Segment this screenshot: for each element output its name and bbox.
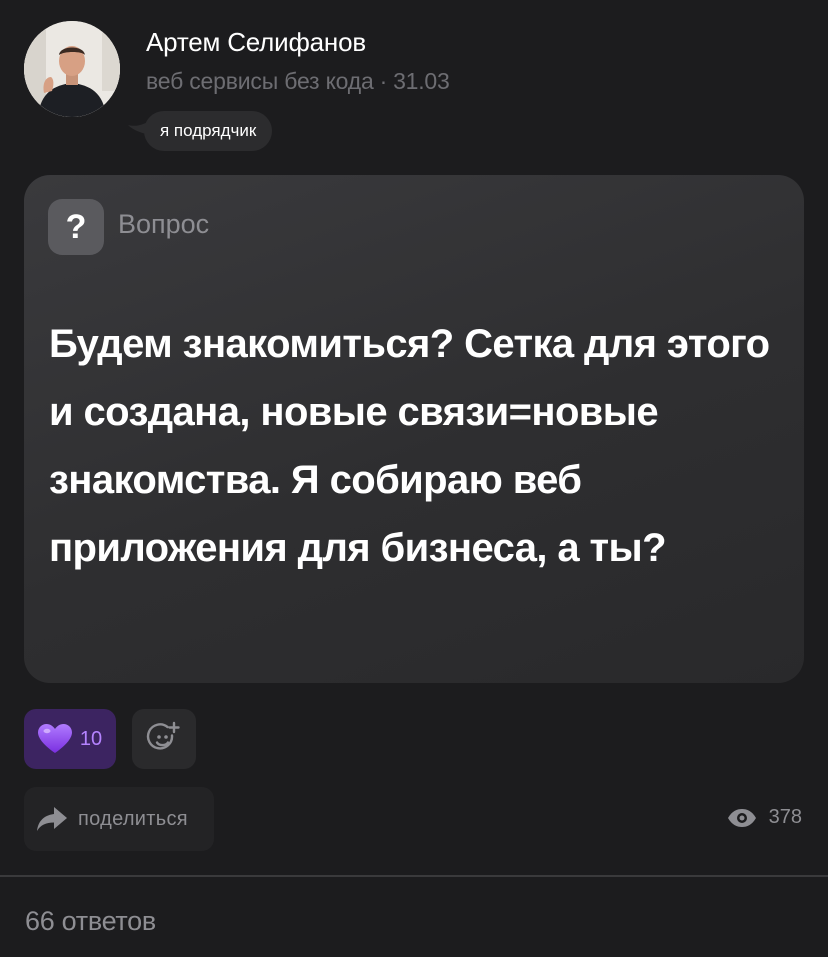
- meta-separator: ·: [379, 68, 388, 94]
- divider: [0, 875, 828, 877]
- post-type-label: Вопрос: [118, 209, 210, 239]
- share-button[interactable]: поделиться: [24, 787, 214, 851]
- eye-icon: [727, 808, 756, 827]
- add-reaction-button[interactable]: [132, 709, 196, 769]
- share-arrow-icon: [37, 807, 67, 831]
- reaction-heart-button[interactable]: 10: [24, 709, 116, 769]
- views-count: 378: [768, 806, 802, 828]
- author-meta: веб сервисы без кода · 31.03: [146, 68, 450, 95]
- post-date: 31.03: [393, 68, 450, 94]
- views-counter: 378: [727, 806, 802, 829]
- share-label: поделиться: [78, 807, 188, 830]
- question-mark-icon: ?: [48, 199, 104, 255]
- role-tag: я подрядчик: [144, 111, 273, 151]
- avatar-photo: [24, 21, 120, 117]
- reaction-count: 10: [79, 727, 103, 750]
- replies-count[interactable]: 66 ответов: [25, 906, 156, 937]
- author-avatar[interactable]: [24, 21, 120, 117]
- author-subtitle: веб сервисы без кода: [146, 68, 374, 94]
- purple-heart-icon: [37, 724, 72, 753]
- add-emoji-icon: [146, 721, 180, 750]
- author-name[interactable]: Артем Селифанов: [146, 27, 366, 58]
- question-text: Будем знакомиться? Сетка для этого и соз…: [49, 322, 770, 570]
- question-card[interactable]: ? Вопрос Будем знакомиться? Сетка для эт…: [24, 175, 804, 683]
